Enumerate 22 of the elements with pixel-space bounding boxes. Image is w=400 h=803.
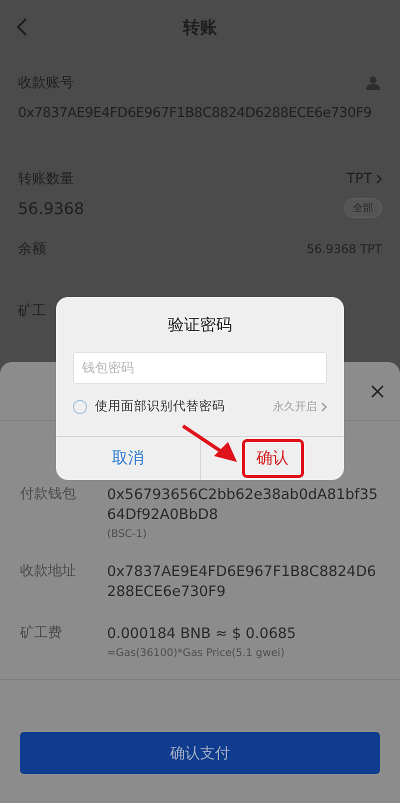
contact-icon[interactable]	[366, 76, 382, 90]
detail-value: 0x7837AE9E4FD6E967F1B8C8824D6288ECE6e730F9	[107, 563, 378, 602]
detail-label: 矿工费	[20, 624, 63, 642]
chevron-icon	[376, 174, 382, 184]
highlighted-button[interactable]: 确认	[242, 439, 304, 478]
face-id-label: 使用面部识别代替密码	[95, 398, 226, 415]
password-field[interactable]: 钱包密码	[73, 352, 327, 384]
detail-note: =Gas(36100)*Gas Price(5.1 gwei)	[107, 647, 286, 659]
chevron-icon	[321, 402, 327, 412]
enable-link[interactable]: 永久开启	[273, 399, 327, 414]
confirm-pay-button[interactable]: 确认支付	[20, 732, 380, 774]
back-icon[interactable]	[16, 17, 28, 37]
detail-value: 0.000184 BNB ≈ $ 0.0685	[107, 625, 298, 644]
arrow-icon	[180, 424, 240, 464]
detail-label: 收款地址	[20, 562, 77, 580]
face-id-radio[interactable]	[73, 400, 87, 414]
detail-note: (BSC-1)	[107, 528, 148, 540]
dialog-title: 验证密码	[167, 315, 233, 336]
close-icon[interactable]	[371, 384, 384, 398]
dialog-button[interactable]: 取消	[97, 439, 159, 478]
detail-value: 0x56793656C2bb62e38ab0dA81bf3564Df92A0BbD8	[107, 486, 379, 525]
detail-label: 付款钱包	[20, 485, 77, 503]
